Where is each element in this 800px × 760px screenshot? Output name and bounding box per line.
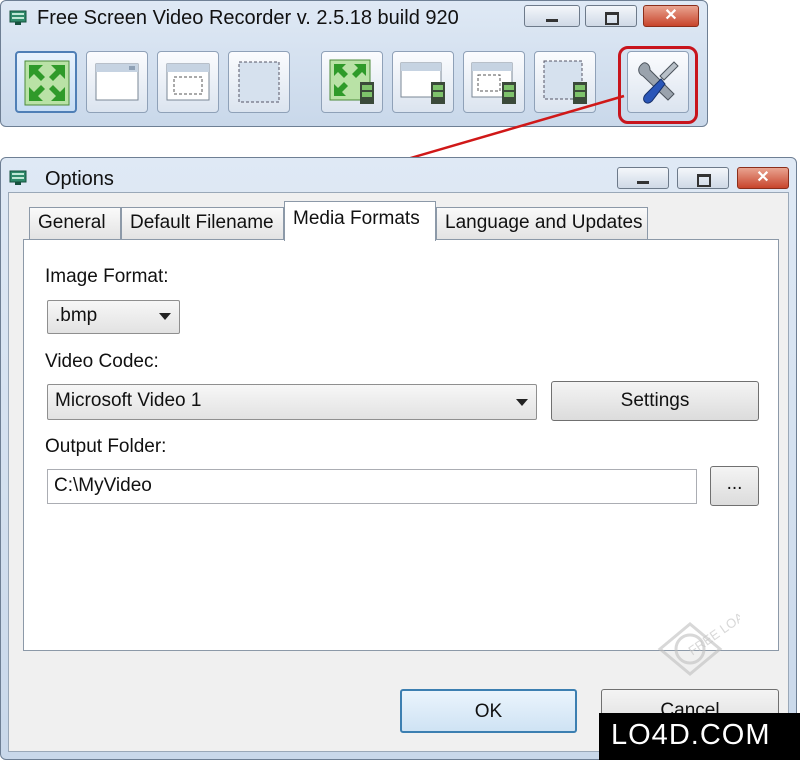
record-object-button[interactable] [534, 51, 596, 113]
image-format-select[interactable]: .bmp [47, 300, 180, 334]
fullscreen-arrows-film-icon [329, 59, 374, 104]
close-icon: ✕ [756, 169, 770, 186]
window-film-icon [400, 62, 445, 104]
region-window-film-icon [471, 62, 516, 104]
minimize-icon [546, 19, 558, 22]
main-window: Free Screen Video Recorder v. 2.5.18 bui… [0, 0, 708, 127]
chevron-down-icon [159, 313, 171, 320]
app-icon [9, 10, 27, 25]
watermark-banner: LO4D.COM [599, 713, 800, 760]
main-close-button[interactable]: ✕ [643, 5, 699, 27]
capture-object-button[interactable] [228, 51, 290, 113]
output-folder-label: Output Folder: [45, 436, 167, 457]
maximize-icon [697, 174, 711, 187]
capture-full-screen-button[interactable] [15, 51, 77, 113]
watermark-logo: FREE LOAD [657, 604, 740, 676]
watermark-logo-text: FREE LOAD [685, 604, 740, 658]
record-full-screen-button[interactable] [321, 51, 383, 113]
tab-default-filename[interactable]: Default Filename [121, 207, 284, 239]
output-folder-input[interactable]: C:\MyVideo [47, 469, 697, 504]
fullscreen-arrows-icon [24, 60, 70, 106]
image-format-label: Image Format: [45, 266, 169, 287]
chevron-down-icon [516, 399, 528, 406]
options-minimize-button[interactable] [617, 167, 669, 189]
capture-region-button[interactable] [157, 51, 219, 113]
video-codec-value: Microsoft Video 1 [55, 390, 202, 411]
record-region-button[interactable] [463, 51, 525, 113]
minimize-icon [637, 181, 649, 184]
video-codec-select[interactable]: Microsoft Video 1 [47, 384, 537, 420]
options-maximize-button[interactable] [677, 167, 729, 189]
video-codec-label: Video Codec: [45, 351, 159, 372]
media-formats-panel: Image Format: .bmp Video Codec: Microsof… [23, 239, 779, 651]
dashed-rectangle-film-icon [543, 60, 587, 104]
main-window-title: Free Screen Video Recorder v. 2.5.18 bui… [37, 7, 459, 29]
capture-window-button[interactable] [86, 51, 148, 113]
main-maximize-button[interactable] [585, 5, 637, 27]
browse-folder-button[interactable]: ... [710, 466, 759, 506]
dashed-rectangle-icon [238, 61, 280, 103]
options-highlight-ring [618, 46, 698, 124]
maximize-icon [605, 12, 619, 25]
screenshot: { "main_window": { "title": "Free Screen… [0, 0, 800, 760]
ok-button[interactable]: OK [400, 689, 577, 733]
window-icon [95, 63, 139, 101]
tab-language-and-updates[interactable]: Language and Updates [436, 207, 648, 239]
main-window-titlebar[interactable]: Free Screen Video Recorder v. 2.5.18 bui… [1, 1, 707, 35]
main-minimize-button[interactable] [524, 5, 580, 27]
record-window-button[interactable] [392, 51, 454, 113]
region-window-icon [166, 63, 210, 101]
watermark-text: LO4D.COM [611, 719, 771, 751]
tab-media-formats[interactable]: Media Formats [284, 201, 436, 241]
close-icon: ✕ [664, 7, 678, 24]
options-title: Options [45, 168, 114, 190]
app-icon [9, 170, 27, 185]
tab-general[interactable]: General [29, 207, 121, 239]
codec-settings-button[interactable]: Settings [551, 381, 759, 421]
image-format-value: .bmp [55, 305, 98, 326]
options-close-button[interactable]: ✕ [737, 167, 789, 189]
